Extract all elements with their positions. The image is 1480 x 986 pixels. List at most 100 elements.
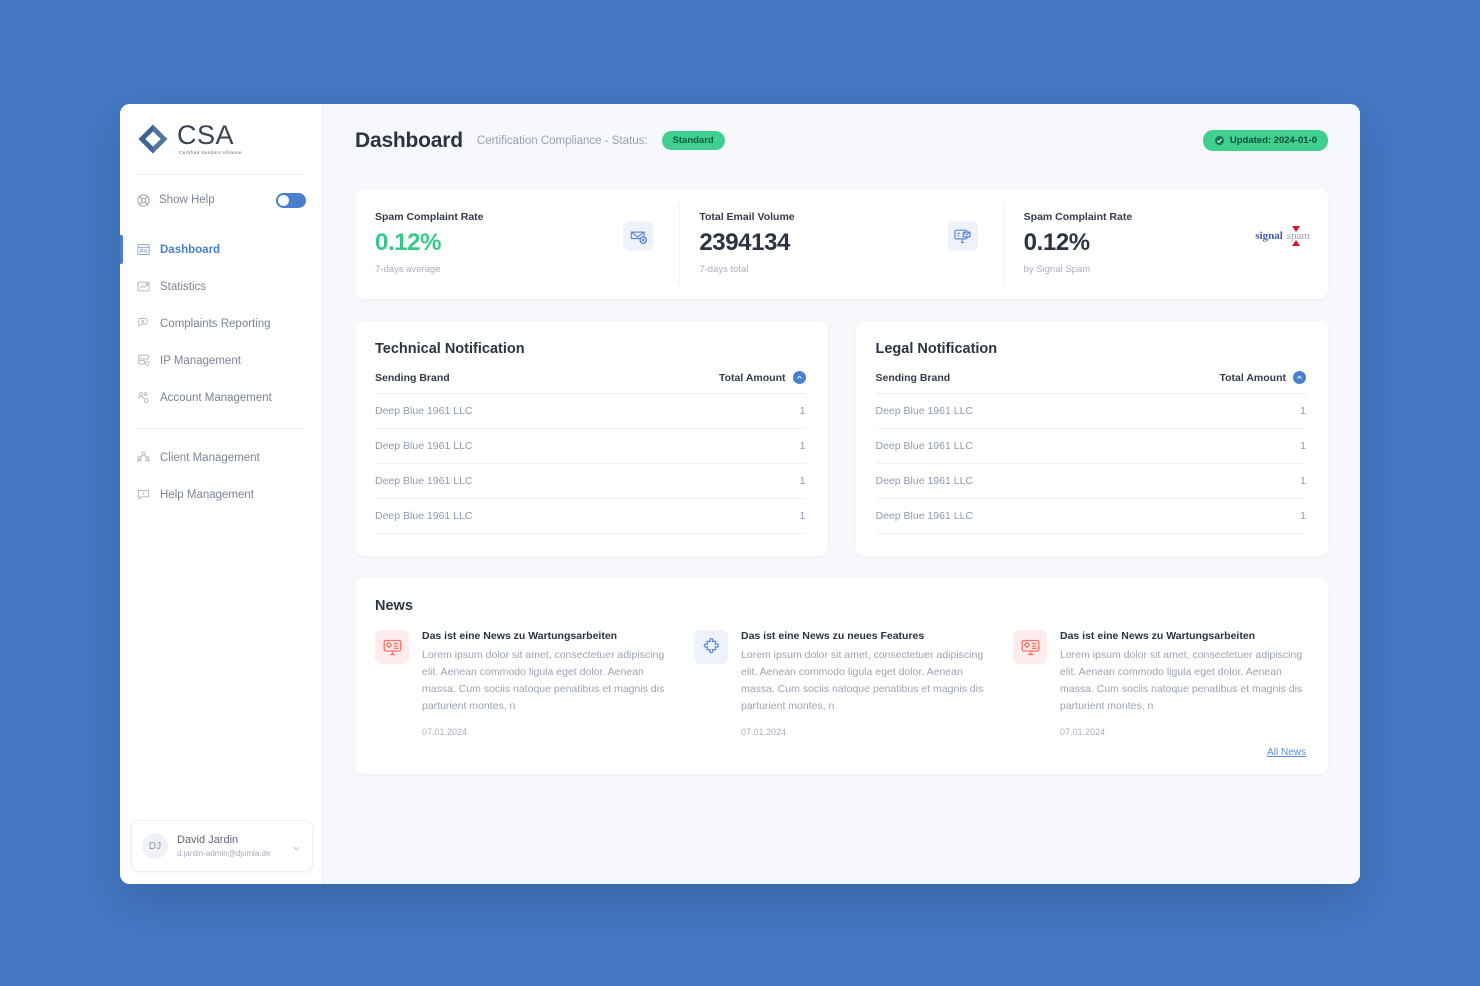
brand-logo[interactable]: CSA Certified Senders Alliance <box>120 104 322 166</box>
panel-legal-notification: Legal Notification Sending Brand Total A… <box>855 321 1328 556</box>
sidebar-item-account-management[interactable]: Account Management <box>120 379 322 416</box>
show-help-row[interactable]: Show Help <box>120 179 322 221</box>
cell-brand: Deep Blue 1961 LLC <box>875 498 1104 534</box>
news-footer: All News <box>375 747 1306 758</box>
all-news-link[interactable]: All News <box>1267 747 1306 758</box>
news-date: 07.01.2024 <box>1060 727 1106 737</box>
column-header-sending-brand[interactable]: Sending Brand <box>375 371 604 394</box>
user-name: David Jardin <box>177 834 239 847</box>
desktop-background: CSA Certified Senders Alliance Show Help <box>0 0 1480 986</box>
table-row[interactable]: Deep Blue 1961 LLC 1 <box>375 393 806 429</box>
table-row[interactable]: Deep Blue 1961 LLC 1 <box>375 428 806 464</box>
panel-technical-notification: Technical Notification Sending Brand Tot… <box>355 321 828 556</box>
page-header: Dashboard Certification Compliance - Sta… <box>323 104 1360 177</box>
stat-label: Spam Complaint Rate <box>375 211 484 223</box>
monitor-mail-icon <box>947 221 978 251</box>
signal-spam-word1: signal <box>1255 230 1283 242</box>
stat-label: Total Email Volume <box>699 211 795 223</box>
stats-row: Spam Complaint Rate 0.12% 7-days average <box>355 189 1328 299</box>
sidebar-item-help-management[interactable]: Help Management <box>120 476 322 513</box>
technical-notification-table: Sending Brand Total Amount Deep Blue 196… <box>375 371 806 534</box>
sort-asc-icon[interactable] <box>792 371 806 384</box>
main-content: Dashboard Certification Compliance - Sta… <box>323 104 1360 884</box>
news-item[interactable]: Das ist eine News zu Wartungsarbeiten Lo… <box>1013 630 1306 737</box>
status-badge: Standard <box>661 131 725 150</box>
sidebar-item-label: Account Management <box>160 391 272 404</box>
page-subtitle: Certification Compliance - Status: <box>476 134 648 147</box>
news-item[interactable]: Das ist eine News zu neues Features Lore… <box>694 630 987 737</box>
cell-brand: Deep Blue 1961 LLC <box>375 393 604 429</box>
check-circle-icon <box>1214 135 1225 146</box>
news-text: Lorem ipsum dolor sit amet, consectetuer… <box>741 649 984 712</box>
sidebar-divider-top <box>136 174 306 175</box>
cell-amount: 1 <box>603 498 806 534</box>
news-date: 07.01.2024 <box>741 727 787 737</box>
cell-amount: 1 <box>1103 498 1306 534</box>
table-row[interactable]: Deep Blue 1961 LLC 1 <box>875 463 1306 499</box>
sidebar-item-dashboard[interactable]: Dashboard <box>120 231 322 268</box>
sidebar-item-ip-management[interactable]: IP Management <box>120 342 322 379</box>
avatar: DJ <box>142 833 168 859</box>
table-row[interactable]: Deep Blue 1961 LLC 1 <box>875 498 1306 534</box>
ip-management-icon <box>136 353 151 368</box>
show-help-label: Show Help <box>159 194 215 206</box>
stat-note: 7-days total <box>699 264 749 275</box>
news-grid: Das ist eine News zu Wartungsarbeiten Lo… <box>375 630 1306 737</box>
table-row[interactable]: Deep Blue 1961 LLC 1 <box>875 428 1306 464</box>
news-text: Lorem ipsum dolor sit amet, consectetuer… <box>422 649 665 712</box>
table-header-row: Sending Brand Total Amount <box>375 371 806 394</box>
sidebar-item-label: Help Management <box>160 488 254 501</box>
sidebar: CSA Certified Senders Alliance Show Help <box>120 104 323 884</box>
news-item[interactable]: Das ist eine News zu Wartungsarbeiten Lo… <box>375 630 668 737</box>
dashboard-content: Spam Complaint Rate 0.12% 7-days average <box>323 177 1360 774</box>
sort-asc-icon[interactable] <box>1293 371 1306 384</box>
life-buoy-icon <box>136 193 151 208</box>
stat-note: by Signal Spam <box>1023 264 1091 275</box>
cell-brand: Deep Blue 1961 LLC <box>375 463 604 499</box>
legal-notification-table: Sending Brand Total Amount Deep Blue 196… <box>875 371 1306 534</box>
column-header-sending-brand[interactable]: Sending Brand <box>875 371 1104 394</box>
column-header-total-amount[interactable]: Total Amount <box>603 371 806 394</box>
cell-amount: 1 <box>603 463 806 499</box>
show-help-toggle[interactable] <box>276 192 306 208</box>
cell-amount: 1 <box>1103 463 1306 499</box>
table-row[interactable]: Deep Blue 1961 LLC 1 <box>875 393 1306 429</box>
cell-brand: Deep Blue 1961 LLC <box>875 393 1104 429</box>
notification-panels: Technical Notification Sending Brand Tot… <box>355 321 1328 556</box>
cell-amount: 1 <box>603 428 806 464</box>
sidebar-nav: Dashboard Statistics Complaints Reportin… <box>120 231 322 513</box>
stat-card-total-email-volume: Total Email Volume 2394134 7-days total <box>679 189 1003 299</box>
sidebar-item-label: Complaints Reporting <box>160 317 271 330</box>
cell-brand: Deep Blue 1961 LLC <box>375 498 604 534</box>
cell-brand: Deep Blue 1961 LLC <box>375 428 604 464</box>
stat-value: 0.12% <box>1023 229 1090 256</box>
chevron-down-icon[interactable] <box>291 841 302 852</box>
logo-title: CSA <box>177 120 235 151</box>
sidebar-item-label: IP Management <box>160 354 241 367</box>
updated-badge: Updated: 2024-01-0 <box>1202 130 1328 151</box>
toggle-knob <box>278 194 289 206</box>
table-row[interactable]: Deep Blue 1961 LLC 1 <box>375 463 806 499</box>
table-row[interactable]: Deep Blue 1961 LLC 1 <box>375 498 806 534</box>
sidebar-item-label: Statistics <box>160 280 207 293</box>
puzzle-icon <box>694 630 728 664</box>
sidebar-divider-mid <box>136 428 306 429</box>
sidebar-item-statistics[interactable]: Statistics <box>120 268 322 305</box>
sidebar-item-client-management[interactable]: Client Management <box>120 439 322 476</box>
news-title: News <box>375 598 413 614</box>
cell-amount: 1 <box>1103 428 1306 464</box>
news-panel: News Das ist eine News zu Wartungsarbeit… <box>355 578 1328 774</box>
user-email: d.jardin-admin@djumla.de <box>177 848 271 858</box>
diamond-logo-icon <box>136 122 170 156</box>
cell-brand: Deep Blue 1961 LLC <box>875 463 1104 499</box>
stat-label: Spam Complaint Rate <box>1023 211 1133 223</box>
app-window: CSA Certified Senders Alliance Show Help <box>120 104 1360 884</box>
dashboard-icon <box>136 242 151 257</box>
user-profile-box[interactable]: DJ David Jardin d.jardin-admin@djumla.de <box>131 820 313 872</box>
stat-value: 2394134 <box>699 229 790 256</box>
news-heading: Das ist eine News zu neues Features <box>741 630 925 642</box>
cell-amount: 1 <box>1103 393 1306 429</box>
sidebar-item-complaints-reporting[interactable]: Complaints Reporting <box>120 305 322 342</box>
updated-badge-label: Updated: 2024-01-0 <box>1229 135 1317 146</box>
column-header-total-amount[interactable]: Total Amount <box>1103 371 1306 394</box>
